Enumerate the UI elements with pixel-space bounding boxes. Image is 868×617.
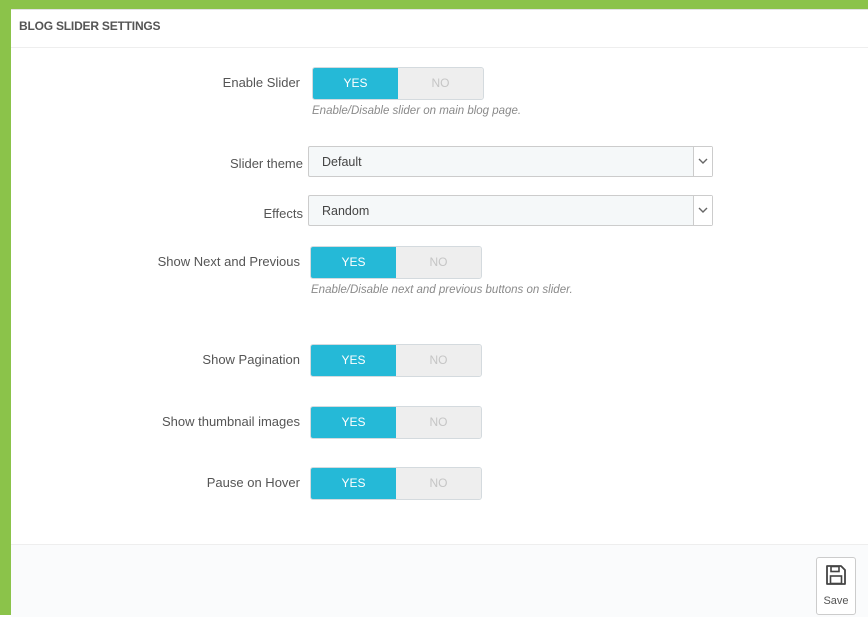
- show-pagination-no[interactable]: NO: [396, 345, 481, 376]
- pause-on-hover-no[interactable]: NO: [396, 468, 481, 499]
- show-pagination-yes[interactable]: YES: [311, 345, 396, 376]
- panel-footer: [11, 544, 868, 617]
- chevron-down-icon: [693, 196, 712, 225]
- effects-value: Random: [322, 204, 370, 218]
- show-thumbnails-switch[interactable]: YES NO: [310, 406, 482, 439]
- enable-slider-yes[interactable]: YES: [313, 68, 398, 99]
- frame-border-top: [0, 0, 868, 9]
- enable-slider-switch[interactable]: YES NO: [312, 67, 484, 100]
- effects-select[interactable]: Random: [308, 195, 713, 226]
- show-pagination-switch[interactable]: YES NO: [310, 344, 482, 377]
- panel-title: BLOG SLIDER SETTINGS: [19, 19, 161, 33]
- pause-on-hover-yes[interactable]: YES: [311, 468, 396, 499]
- pause-on-hover-switch[interactable]: YES NO: [310, 467, 482, 500]
- show-next-prev-help: Enable/Disable next and previous buttons…: [311, 284, 573, 296]
- frame-border-left: [0, 0, 11, 615]
- enable-slider-no[interactable]: NO: [398, 68, 483, 99]
- show-thumbnails-no[interactable]: NO: [396, 407, 481, 438]
- slider-theme-label: Slider theme: [230, 156, 303, 171]
- slider-theme-select[interactable]: Default: [308, 146, 713, 177]
- effects-label: Effects: [263, 206, 303, 221]
- panel-divider: [11, 47, 868, 48]
- enable-slider-label: Enable Slider: [222, 75, 300, 90]
- chevron-down-icon: [693, 147, 712, 176]
- show-next-prev-switch[interactable]: YES NO: [310, 246, 482, 279]
- show-thumbnails-label: Show thumbnail images: [161, 414, 300, 429]
- pause-on-hover-label: Pause on Hover: [206, 475, 300, 490]
- slider-theme-value: Default: [322, 155, 362, 169]
- floppy-disk-icon: [825, 564, 847, 591]
- show-thumbnails-yes[interactable]: YES: [311, 407, 396, 438]
- settings-panel: BLOG SLIDER SETTINGS Enable Slider YES N…: [11, 9, 868, 617]
- show-next-prev-no[interactable]: NO: [396, 247, 481, 278]
- show-next-prev-label: Show Next and Previous: [157, 254, 300, 269]
- enable-slider-help: Enable/Disable slider on main blog page.: [312, 105, 522, 117]
- save-button[interactable]: Save: [816, 557, 856, 615]
- save-button-label: Save: [823, 595, 849, 607]
- show-pagination-label: Show Pagination: [202, 352, 300, 367]
- show-next-prev-yes[interactable]: YES: [311, 247, 396, 278]
